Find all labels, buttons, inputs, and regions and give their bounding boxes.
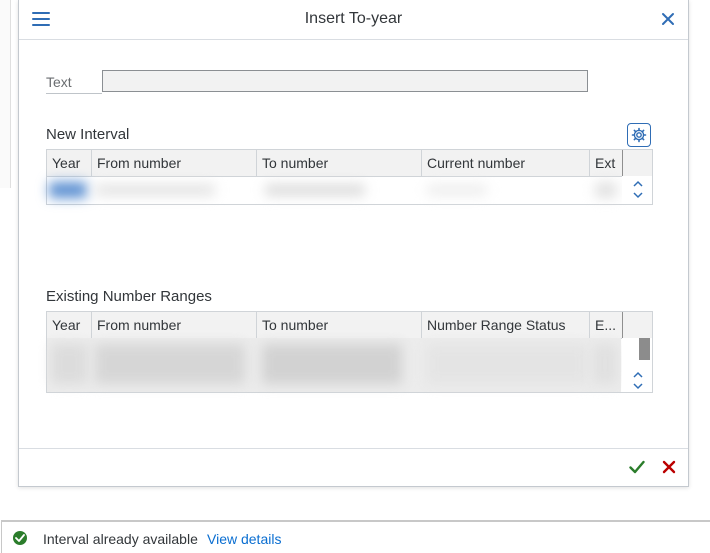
scroll-down-icon[interactable] xyxy=(632,381,644,391)
col-year[interactable]: Year xyxy=(47,150,92,176)
redacted-cell xyxy=(265,184,365,196)
col-number-range-status[interactable]: Number Range Status xyxy=(422,312,590,338)
col-current-number[interactable]: Current number xyxy=(422,150,590,176)
dialog-footer-divider xyxy=(19,448,688,449)
text-input[interactable] xyxy=(102,70,588,92)
status-bar: Interval already available View details xyxy=(1,520,710,553)
gear-icon xyxy=(631,127,647,143)
scroll-up-icon[interactable] xyxy=(632,370,644,380)
redacted-cell xyxy=(95,184,215,196)
col-ext[interactable]: E... xyxy=(590,312,623,338)
new-interval-title: New Interval xyxy=(46,126,130,143)
existing-ranges-scrollbar[interactable] xyxy=(622,338,652,392)
checkmark-icon xyxy=(629,460,645,474)
col-ext[interactable]: Ext xyxy=(590,150,623,176)
dialog-header: Insert To-year xyxy=(19,0,688,40)
redacted-cell xyxy=(262,344,402,384)
col-to-number[interactable]: To number xyxy=(257,312,422,338)
dialog-title: Insert To-year xyxy=(304,10,403,27)
close-icon[interactable] xyxy=(660,11,676,27)
col-year[interactable]: Year xyxy=(47,312,92,338)
existing-ranges-body[interactable] xyxy=(47,338,621,392)
row-highlight xyxy=(49,182,87,198)
ok-button[interactable] xyxy=(626,456,648,478)
col-from-number[interactable]: From number xyxy=(92,312,257,338)
table-settings-button[interactable] xyxy=(627,123,651,147)
redacted-cell xyxy=(427,344,587,384)
label-underline xyxy=(46,93,102,94)
existing-ranges-header-row: Year From number To number Number Range … xyxy=(47,312,652,339)
existing-ranges-title: Existing Number Ranges xyxy=(46,288,212,305)
insert-to-year-dialog: Insert To-year Text New Interval Year Fr… xyxy=(18,0,689,487)
redacted-cell xyxy=(51,344,87,384)
redacted-cell xyxy=(595,182,617,198)
success-check-icon xyxy=(13,531,27,545)
new-interval-body[interactable] xyxy=(47,176,621,204)
new-interval-scrollbar[interactable] xyxy=(622,176,652,204)
cancel-icon xyxy=(662,460,676,474)
scroll-down-icon[interactable] xyxy=(632,190,644,200)
col-to-number[interactable]: To number xyxy=(257,150,422,176)
redacted-cell xyxy=(427,184,487,196)
existing-ranges-table: Year From number To number Number Range … xyxy=(46,311,653,393)
scroll-thumb[interactable] xyxy=(639,338,650,360)
col-from-number[interactable]: From number xyxy=(92,150,257,176)
view-details-link[interactable]: View details xyxy=(207,531,281,547)
redacted-cell xyxy=(593,344,617,384)
status-message: Interval already available xyxy=(43,531,198,547)
scroll-up-icon[interactable] xyxy=(632,179,644,189)
cancel-button[interactable] xyxy=(658,456,680,478)
new-interval-table: Year From number To number Current numbe… xyxy=(46,149,653,205)
background-panel xyxy=(0,0,11,188)
redacted-cell xyxy=(95,344,245,384)
new-interval-header-row: Year From number To number Current numbe… xyxy=(47,150,652,177)
text-field-label: Text xyxy=(46,74,72,90)
